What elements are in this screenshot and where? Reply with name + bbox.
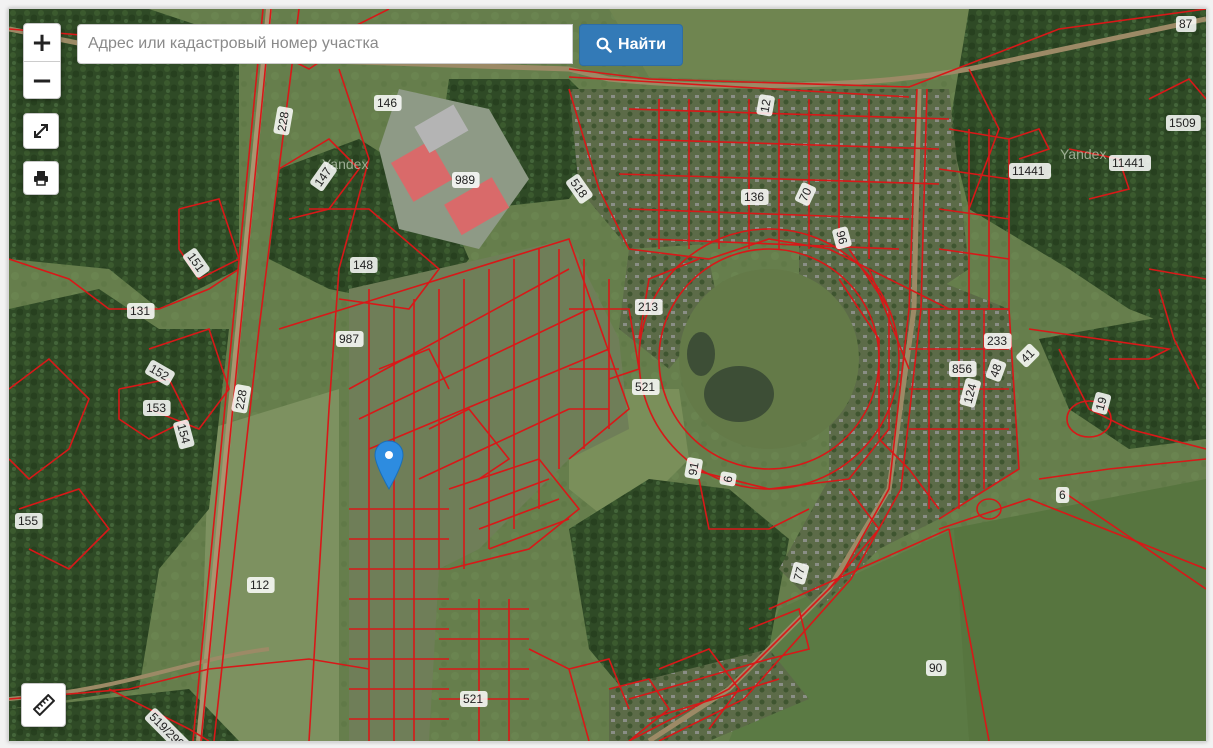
- parcel-label: 90: [926, 660, 947, 676]
- parcel-number: 6: [1059, 488, 1066, 502]
- parcel-label: 1509: [1166, 115, 1201, 131]
- parcel-number: 213: [638, 300, 658, 314]
- parcel-number: 146: [377, 96, 397, 110]
- parcel-label: 987: [336, 331, 364, 347]
- parcel-label: 989: [452, 172, 480, 188]
- map-frame[interactable]: Yandex Yandex 87 146 228 1509 12 989 147 518 136…: [8, 8, 1207, 742]
- parcel-number: 987: [339, 332, 359, 346]
- parcel-label: 6: [1056, 487, 1070, 503]
- zoom-out-button[interactable]: −: [24, 61, 60, 98]
- parcel-label: 87: [1176, 16, 1197, 32]
- printer-icon: [34, 171, 48, 186]
- parcel-label: 521: [632, 379, 660, 395]
- parcel-label: 112: [247, 577, 275, 593]
- parcel-number: 856: [952, 362, 972, 376]
- parcel-label: 148: [350, 257, 378, 273]
- parcel-number: 11441: [1112, 156, 1145, 170]
- yandex-watermark: Yandex: [1060, 146, 1106, 162]
- parcel-label: 6: [719, 471, 737, 487]
- parcel-label: 136: [741, 189, 769, 205]
- parcel-number: 91: [686, 461, 702, 477]
- search-button-label: Найти: [618, 36, 666, 53]
- parcel-label: 11441: [1009, 163, 1051, 179]
- parcel-number: 233: [987, 334, 1007, 348]
- parcel-number: 989: [455, 173, 475, 187]
- search-icon: [596, 37, 612, 53]
- parcel-label: 146: [374, 95, 402, 111]
- parcel-label: 213: [635, 299, 663, 315]
- parcel-number: 112: [250, 578, 269, 592]
- print-button[interactable]: [23, 161, 59, 195]
- parcel-number: 12: [758, 98, 774, 114]
- expand-icon: [34, 124, 48, 138]
- fullscreen-button[interactable]: [23, 113, 59, 149]
- parcel-label: 233: [984, 333, 1012, 349]
- parcel-number: 136: [744, 190, 764, 204]
- zoom-in-button[interactable]: +: [24, 24, 60, 61]
- parcel-number: 11441: [1012, 164, 1045, 178]
- parcel-label: 155: [15, 513, 43, 529]
- search-button[interactable]: Найти: [579, 24, 683, 66]
- zoom-control: + −: [23, 23, 61, 99]
- parcel-number: 155: [18, 514, 38, 528]
- parcel-number: 90: [929, 661, 943, 675]
- parcel-label: 521: [460, 691, 488, 707]
- parcel-number: 87: [1179, 17, 1193, 31]
- parcel-number: 521: [635, 380, 655, 394]
- parcel-label: 11441: [1109, 155, 1151, 171]
- parcel-label: 131: [127, 303, 155, 319]
- parcel-number: 521: [463, 692, 483, 706]
- satellite-map[interactable]: Yandex Yandex 87146228 150912989147 518 136…: [9, 9, 1206, 741]
- measure-button[interactable]: [21, 683, 66, 727]
- parcel-label: 153: [143, 400, 171, 416]
- parcel-label: 856: [949, 361, 977, 377]
- parcel-number: 153: [146, 401, 166, 415]
- parcel-number: 131: [130, 304, 150, 318]
- search-input[interactable]: [77, 24, 573, 64]
- parcel-number: 1509: [1169, 116, 1196, 130]
- parcel-number: 148: [353, 258, 373, 272]
- ruler-icon: [32, 694, 55, 716]
